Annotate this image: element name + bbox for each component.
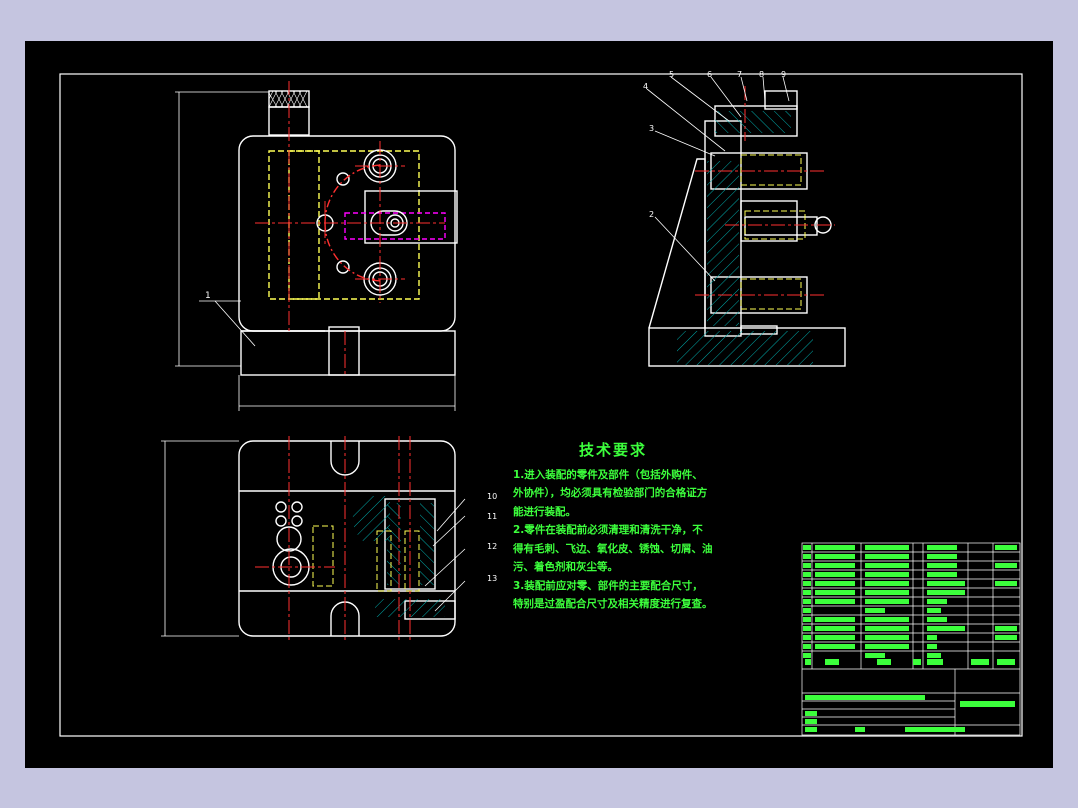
callout-11: 11 xyxy=(487,512,497,521)
callout-4: 4 xyxy=(643,82,648,91)
callout-9: 9 xyxy=(781,70,786,79)
tech-req-item-2: 2.零件在装配前必须清理和清洗干净，不得有毛刺、飞边、氧化皮、锈蚀、切屑、油污、… xyxy=(513,524,713,573)
callout-13: 13 xyxy=(487,574,497,583)
tech-req-item-3: 3.装配前应对零、部件的主要配合尺寸，特别是过盈配合尺寸及相关精度进行复查。 xyxy=(513,579,713,611)
assembly-drawing: 1 4 5 6 7 8 9 3 2 10 11 12 13 xyxy=(59,70,1023,737)
callout-5: 5 xyxy=(669,70,674,79)
side-hidden-lines xyxy=(740,154,806,310)
tech-req-item-1: 1.进入装配的零件及部件（包括外购件、外协件），均必须具有检验部门的合格证方能进… xyxy=(513,468,708,518)
callout-7: 7 xyxy=(737,70,742,79)
cad-viewport[interactable]: 1 4 5 6 7 8 9 3 2 10 11 12 13 技术要求 1.进入装… xyxy=(25,41,1053,768)
callout-10: 10 xyxy=(487,492,497,501)
parts-list-text-marks xyxy=(803,545,1017,732)
top-callouts: 10 11 12 13 xyxy=(487,492,497,583)
callout-8: 8 xyxy=(759,70,764,79)
technical-requirements: 技术要求 1.进入装配的零件及部件（包括外购件、外协件），均必须具有检验部门的合… xyxy=(513,441,713,614)
tech-req-title: 技术要求 xyxy=(578,441,647,459)
callout-12: 12 xyxy=(487,542,497,551)
callout-2: 2 xyxy=(649,210,654,219)
callout-1: 1 xyxy=(205,291,211,301)
callout-6: 6 xyxy=(707,70,712,79)
front-view xyxy=(238,90,458,376)
callout-3: 3 xyxy=(649,124,654,133)
front-dimensions xyxy=(175,91,456,411)
